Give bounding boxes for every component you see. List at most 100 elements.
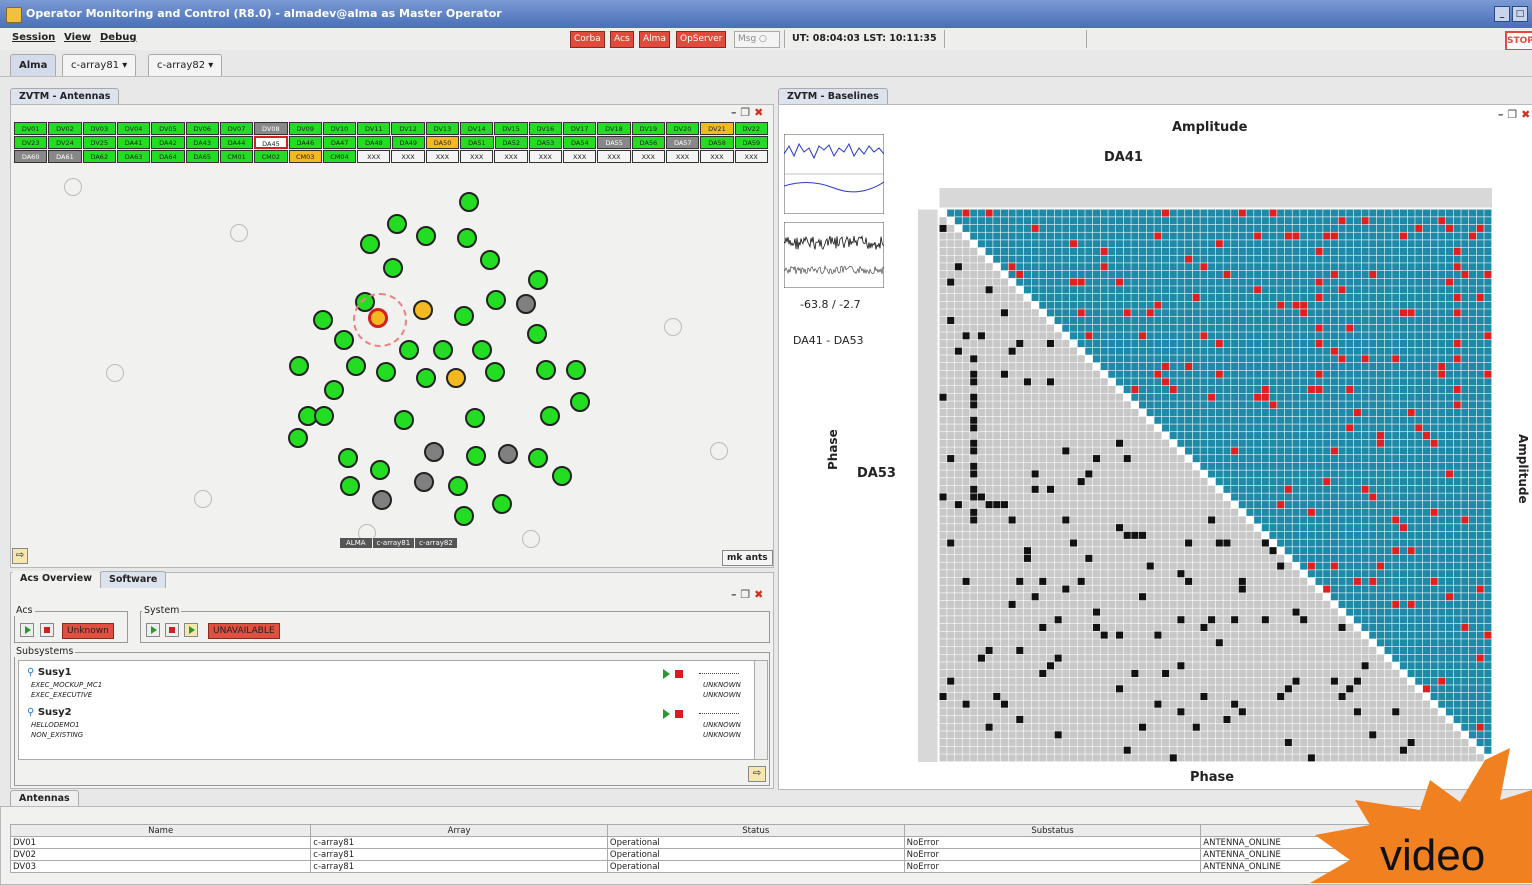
baseline-cell[interactable] bbox=[1192, 378, 1200, 386]
baseline-cell[interactable] bbox=[1407, 577, 1415, 585]
baseline-cell[interactable] bbox=[1476, 247, 1484, 255]
baseline-cell[interactable] bbox=[1208, 301, 1216, 309]
baseline-cell[interactable] bbox=[1062, 577, 1070, 585]
baseline-cell[interactable] bbox=[954, 531, 962, 539]
baseline-cell[interactable] bbox=[1215, 508, 1223, 516]
baseline-cell[interactable] bbox=[1192, 309, 1200, 317]
baseline-cell[interactable] bbox=[1292, 455, 1300, 463]
baseline-cell[interactable] bbox=[1123, 639, 1131, 647]
baseline-cell[interactable] bbox=[1131, 293, 1139, 302]
baseline-cell[interactable] bbox=[1376, 240, 1384, 248]
baseline-cell[interactable] bbox=[1031, 347, 1039, 355]
baseline-cell[interactable] bbox=[1185, 339, 1193, 348]
baseline-cell[interactable] bbox=[1231, 309, 1239, 317]
baseline-cell[interactable] bbox=[1392, 616, 1400, 624]
baseline-cell[interactable] bbox=[1484, 263, 1492, 271]
baseline-cell[interactable] bbox=[1200, 309, 1208, 317]
baseline-cell[interactable] bbox=[1031, 293, 1039, 302]
baseline-cell[interactable] bbox=[962, 508, 970, 516]
baseline-cell[interactable] bbox=[1346, 432, 1354, 440]
baseline-cell[interactable] bbox=[1192, 347, 1200, 355]
baseline-cell[interactable] bbox=[1346, 508, 1354, 516]
baseline-cell[interactable] bbox=[1422, 217, 1431, 225]
baseline-cell[interactable] bbox=[1192, 278, 1200, 286]
baseline-cell[interactable] bbox=[1254, 708, 1262, 716]
baseline-cell[interactable] bbox=[1415, 263, 1423, 271]
baseline-cell[interactable] bbox=[1261, 316, 1269, 325]
baseline-cell[interactable] bbox=[1031, 232, 1039, 240]
baseline-cell[interactable] bbox=[1031, 593, 1039, 601]
baseline-cell[interactable] bbox=[1000, 255, 1008, 263]
baseline-cell[interactable] bbox=[1192, 370, 1200, 378]
baseline-cell[interactable] bbox=[1261, 324, 1269, 332]
baseline-cell[interactable] bbox=[1177, 547, 1185, 555]
baseline-cell[interactable] bbox=[1361, 501, 1369, 509]
baseline-cell[interactable] bbox=[1131, 508, 1139, 516]
baseline-cell[interactable] bbox=[1223, 608, 1231, 616]
baseline-cell[interactable] bbox=[993, 554, 1001, 562]
baseline-cell[interactable] bbox=[1284, 378, 1292, 386]
baseline-cell[interactable] bbox=[1115, 255, 1124, 263]
baseline-cell[interactable] bbox=[1154, 585, 1162, 593]
baseline-cell[interactable] bbox=[1231, 224, 1239, 232]
baseline-cell[interactable] bbox=[1300, 692, 1308, 701]
baseline-cell[interactable] bbox=[1415, 447, 1423, 455]
baseline-cell[interactable] bbox=[1361, 531, 1369, 539]
baseline-cell[interactable] bbox=[1468, 493, 1477, 501]
baseline-cell[interactable] bbox=[1384, 332, 1392, 340]
baseline-cell[interactable] bbox=[1215, 240, 1223, 248]
baseline-cell[interactable] bbox=[1476, 362, 1484, 371]
baseline-cell[interactable] bbox=[1284, 439, 1292, 447]
baseline-cell[interactable] bbox=[1077, 362, 1085, 371]
baseline-cell[interactable] bbox=[1208, 439, 1216, 447]
baseline-cell[interactable] bbox=[1039, 385, 1047, 394]
baseline-cell[interactable] bbox=[1315, 493, 1323, 501]
baseline-cell[interactable] bbox=[1353, 255, 1361, 263]
baseline-cell[interactable] bbox=[993, 347, 1001, 355]
baseline-cell[interactable] bbox=[1384, 478, 1392, 486]
baseline-cell[interactable] bbox=[1223, 240, 1231, 248]
baseline-cell[interactable] bbox=[1468, 347, 1477, 355]
baseline-cell[interactable] bbox=[977, 332, 985, 340]
baseline-cell[interactable] bbox=[1100, 324, 1108, 332]
baseline-cell[interactable] bbox=[1046, 478, 1055, 486]
baseline-cell[interactable] bbox=[1031, 600, 1039, 608]
baseline-cell[interactable] bbox=[1338, 685, 1346, 693]
baseline-cell[interactable] bbox=[1407, 600, 1415, 608]
baseline-cell[interactable] bbox=[1185, 677, 1193, 685]
baseline-cell[interactable] bbox=[1399, 485, 1408, 493]
baseline-cell[interactable] bbox=[1338, 562, 1346, 570]
baseline-cell[interactable] bbox=[1200, 255, 1208, 263]
baseline-cell[interactable] bbox=[1192, 700, 1200, 708]
baseline-cell[interactable] bbox=[993, 470, 1001, 478]
baseline-cell[interactable] bbox=[1300, 447, 1308, 455]
baseline-cell[interactable] bbox=[1361, 508, 1369, 516]
baseline-cell[interactable] bbox=[1223, 639, 1231, 647]
baseline-cell[interactable] bbox=[1300, 646, 1308, 654]
baseline-cell[interactable] bbox=[1346, 439, 1354, 447]
baseline-cell[interactable] bbox=[993, 531, 1001, 539]
baseline-cell[interactable] bbox=[1284, 700, 1292, 708]
baseline-cell[interactable] bbox=[1231, 654, 1239, 662]
baseline-cell[interactable] bbox=[1361, 677, 1369, 685]
baseline-cell[interactable] bbox=[1200, 263, 1208, 271]
baseline-cell[interactable] bbox=[1246, 539, 1254, 547]
baseline-cell[interactable] bbox=[1016, 347, 1024, 355]
baseline-cell[interactable] bbox=[1123, 332, 1131, 340]
baseline-cell[interactable] bbox=[1376, 616, 1384, 624]
baseline-cell[interactable] bbox=[1154, 570, 1162, 578]
antenna-cell[interactable]: DA45 bbox=[254, 136, 288, 149]
baseline-cell[interactable] bbox=[1399, 654, 1408, 662]
baseline-cell[interactable] bbox=[1092, 393, 1101, 401]
baseline-cell[interactable] bbox=[1369, 247, 1377, 255]
baseline-cell[interactable] bbox=[1484, 493, 1492, 501]
baseline-cell[interactable] bbox=[1246, 232, 1254, 240]
baseline-cell[interactable] bbox=[1422, 286, 1431, 294]
baseline-cell[interactable] bbox=[1461, 324, 1469, 332]
baseline-cell[interactable] bbox=[1353, 539, 1361, 547]
baseline-cell[interactable] bbox=[1231, 455, 1239, 463]
baseline-cell[interactable] bbox=[1369, 332, 1377, 340]
baseline-cell[interactable] bbox=[1077, 554, 1085, 562]
baseline-cell[interactable] bbox=[1422, 493, 1431, 501]
baseline-cell[interactable] bbox=[1123, 270, 1131, 278]
